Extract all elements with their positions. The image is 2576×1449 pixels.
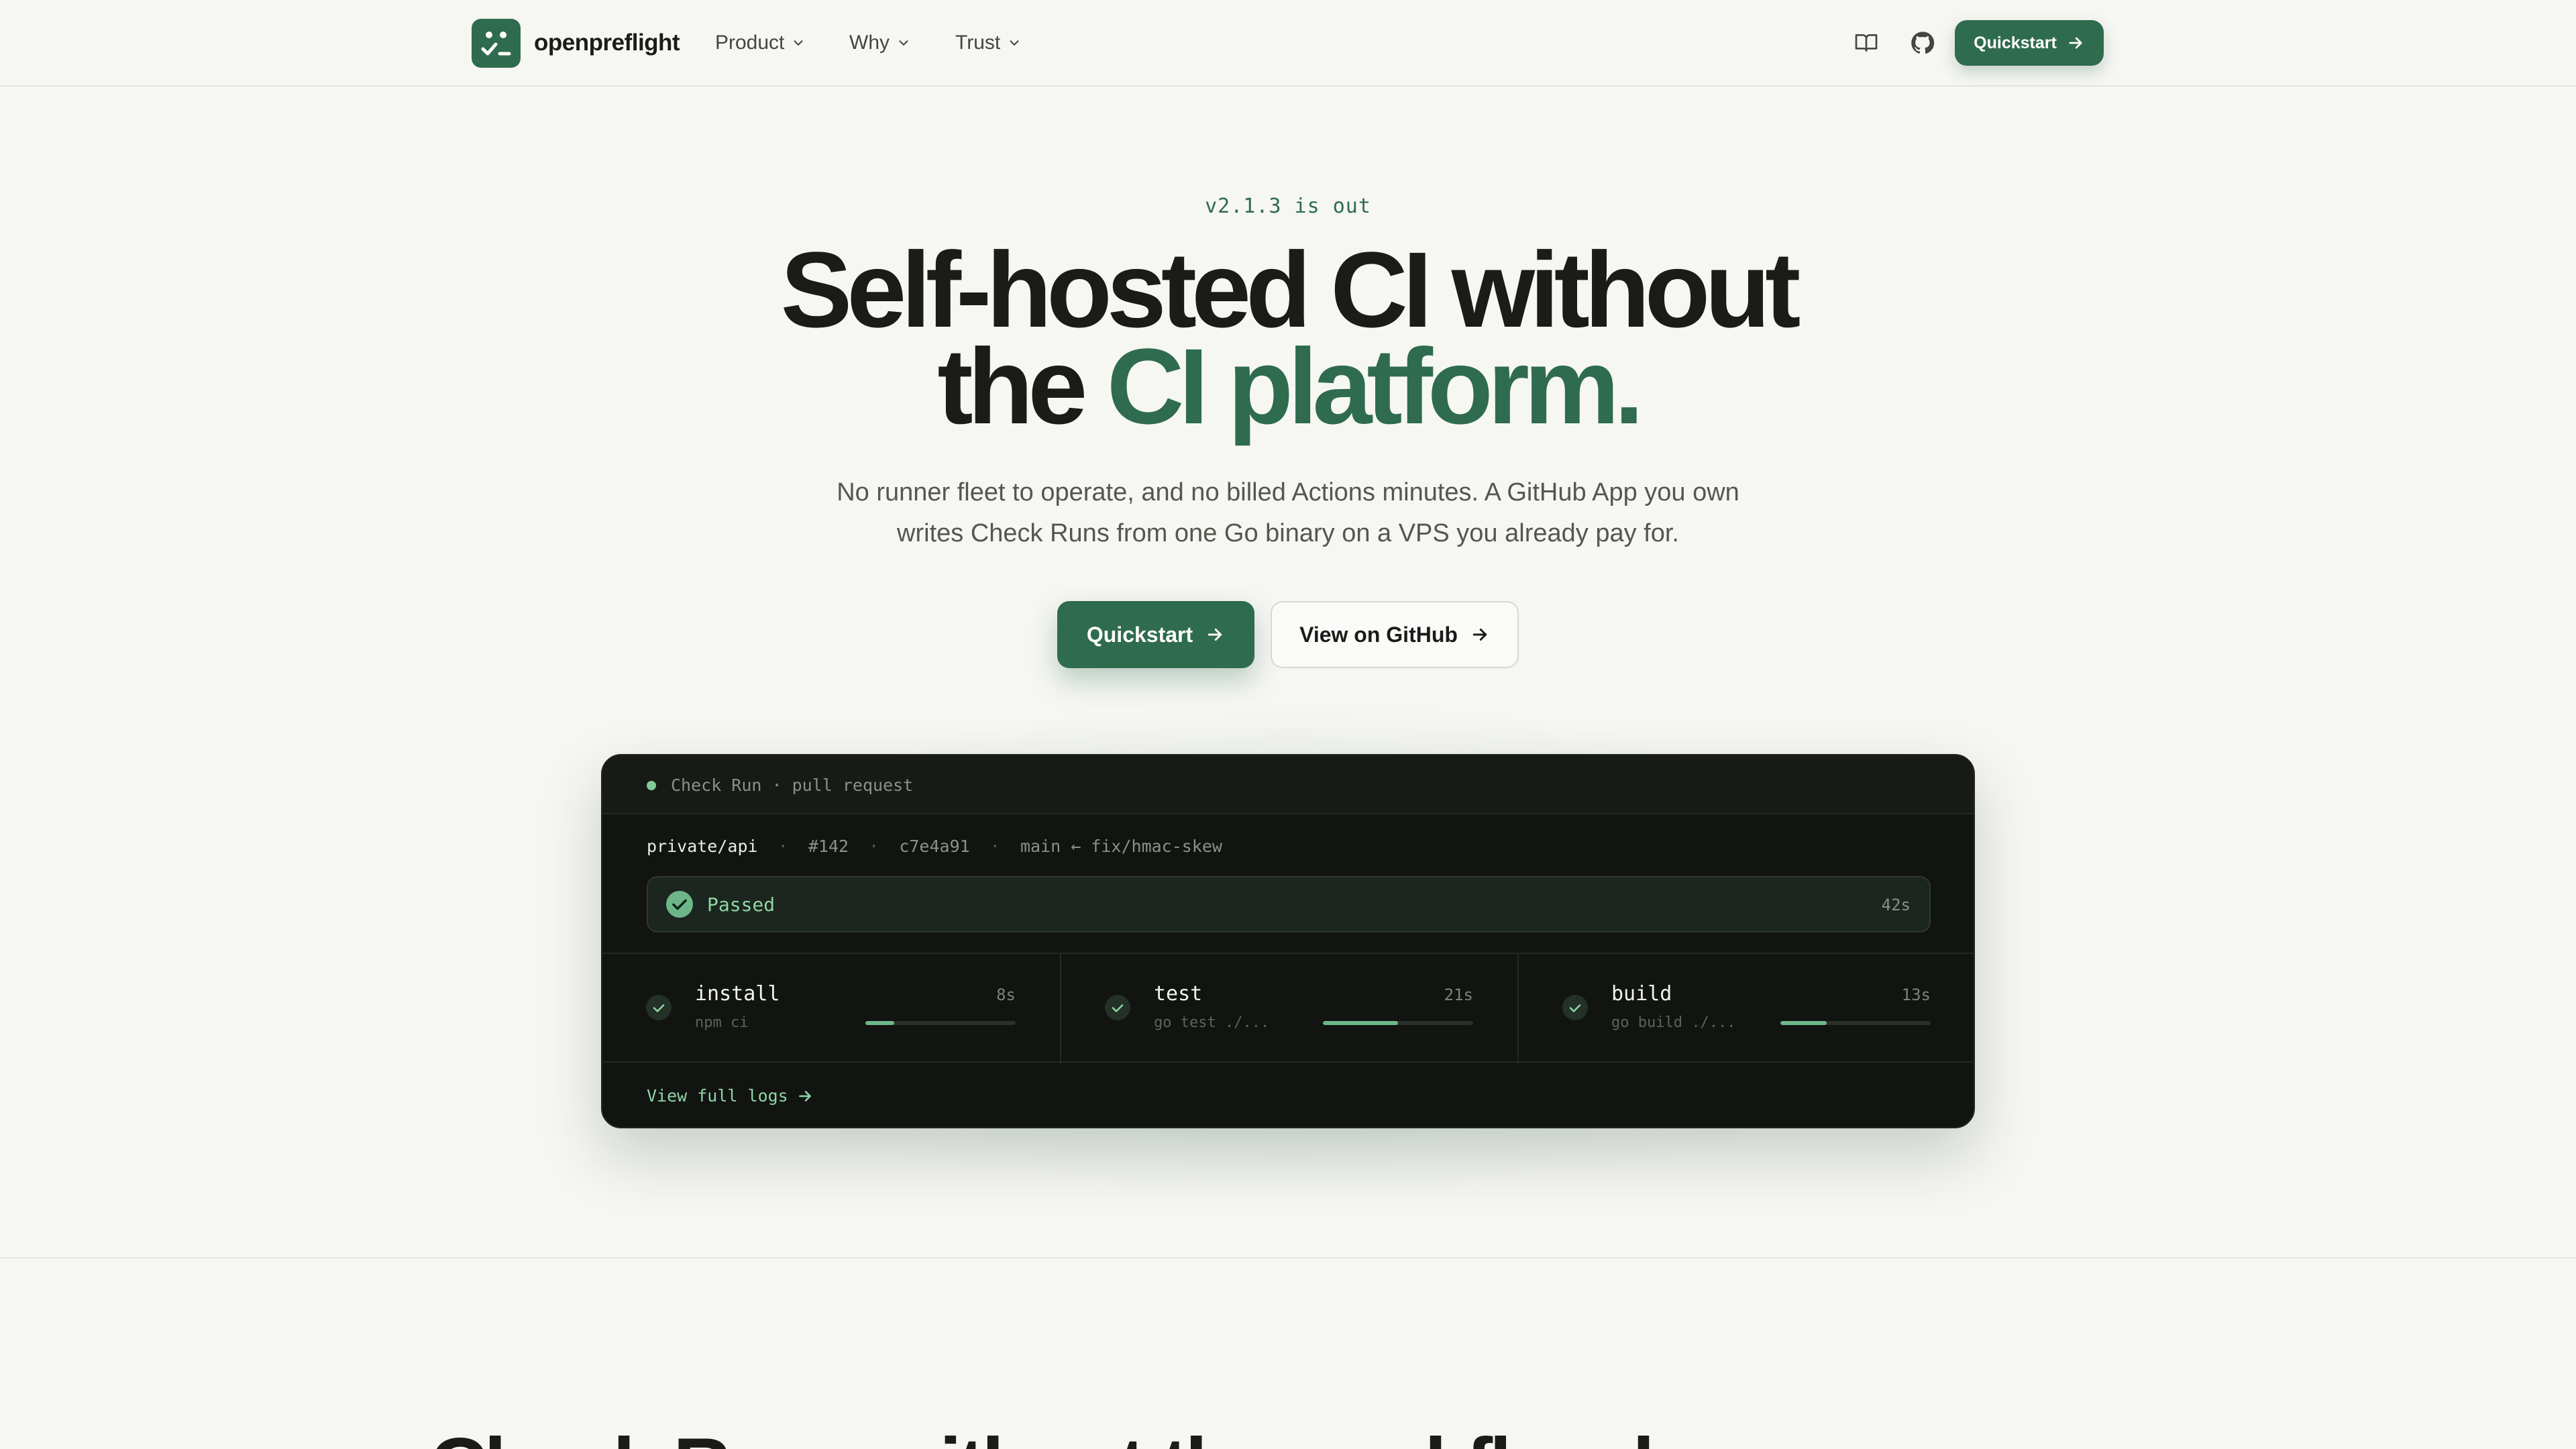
step-name: test xyxy=(1154,982,1203,1006)
card-header: Check Run · pull request xyxy=(602,755,1974,814)
arrow-right-icon xyxy=(798,1091,811,1102)
step-progress-track xyxy=(865,1021,1016,1025)
step-command: go build ./... xyxy=(1611,1014,1736,1031)
step-name: build xyxy=(1611,982,1672,1006)
check-run-header-label: Check Run · pull request xyxy=(671,775,914,795)
nav-item-product[interactable]: Product xyxy=(715,30,806,56)
commit-sha: c7e4a91 xyxy=(899,837,970,856)
chevron-down-icon xyxy=(899,40,908,46)
logo-face-icon xyxy=(481,32,511,56)
status-duration: 42s xyxy=(1881,896,1911,914)
quickstart-button[interactable]: Quickstart xyxy=(1057,601,1254,668)
step-progress-track xyxy=(1323,1021,1473,1025)
step-progress-fill xyxy=(1780,1021,1827,1025)
check-run-card: Check Run · pull request private/api · #… xyxy=(601,754,1975,1128)
steps-grid: install npm ci 8s test go test ./... 21s… xyxy=(602,953,1974,1064)
section-title: Check Runs without the workflow bureaucr… xyxy=(429,1419,2091,1449)
release-badge[interactable]: v2.1.3 is out xyxy=(0,195,2576,218)
top-nav: openpreflight Product Why Trust Quicksta… xyxy=(0,0,2576,87)
view-full-logs-link[interactable]: View full logs xyxy=(647,1084,814,1108)
chevron-down-icon xyxy=(794,40,803,46)
check-icon xyxy=(1105,995,1130,1020)
view-on-github-button[interactable]: View on GitHub xyxy=(1271,601,1519,668)
chevron-down-icon xyxy=(1010,40,1019,46)
arrow-right-icon xyxy=(1472,629,1487,641)
arrow-right-icon xyxy=(2069,37,2082,49)
quickstart-label: Quickstart xyxy=(1086,622,1193,647)
step-name: install xyxy=(695,982,780,1006)
nav-item-label: Trust xyxy=(955,32,1001,54)
step-command: npm ci xyxy=(695,1014,749,1031)
pr-number: #142 xyxy=(808,837,849,856)
status-dot xyxy=(647,781,656,790)
hero-subtitle: No runner fleet to operate, and no bille… xyxy=(837,478,1739,547)
branch-ref: main ← fix/hmac-skew xyxy=(1020,837,1222,856)
step-duration: 21s xyxy=(1444,985,1473,1004)
step-progress-fill xyxy=(1323,1021,1398,1025)
nav-quickstart-label: Quickstart xyxy=(1974,33,2057,52)
view-full-logs-label: View full logs xyxy=(647,1086,788,1106)
step-install[interactable]: install npm ci 8s xyxy=(602,954,1060,1064)
book-icon[interactable] xyxy=(1853,30,1880,56)
step-duration: 13s xyxy=(1901,985,1931,1004)
hero-headline: Self-hosted CI without the CI platform. xyxy=(0,236,2576,440)
nav-item-label: Why xyxy=(849,32,890,54)
arrow-right-icon xyxy=(1208,629,1222,641)
headline-line-2-accent: CI platform. xyxy=(1106,326,1644,446)
nav-item-trust[interactable]: Trust xyxy=(955,30,1022,56)
check-circle-icon xyxy=(666,891,693,918)
brand-logo[interactable] xyxy=(472,19,521,68)
step-build[interactable]: build go build ./... 13s xyxy=(1517,954,1974,1064)
check-icon xyxy=(1562,995,1588,1020)
status-banner: Passed 42s xyxy=(647,876,1931,932)
github-icon[interactable] xyxy=(1909,30,1936,56)
nav-item-label: Product xyxy=(715,32,785,54)
check-run-meta: private/api · #142 · c7e4a91 · main ← fi… xyxy=(647,837,1222,856)
brand-name[interactable]: openpreflight xyxy=(534,28,680,58)
view-on-github-label: View on GitHub xyxy=(1299,622,1458,647)
nav-quickstart-button[interactable]: Quickstart xyxy=(1955,20,2104,66)
section-divider xyxy=(0,1257,2576,1258)
repo-name: private/api xyxy=(647,837,758,856)
status-text: Passed xyxy=(707,894,775,916)
step-duration: 8s xyxy=(996,985,1016,1004)
step-progress-fill xyxy=(865,1021,894,1025)
step-command: go test ./... xyxy=(1154,1014,1270,1031)
nav-item-why[interactable]: Why xyxy=(849,30,911,56)
step-progress-track xyxy=(1780,1021,1931,1025)
headline-line-2-prefix: the xyxy=(937,326,1107,446)
step-test[interactable]: test go test ./... 21s xyxy=(1060,954,1517,1064)
check-icon xyxy=(646,995,672,1020)
